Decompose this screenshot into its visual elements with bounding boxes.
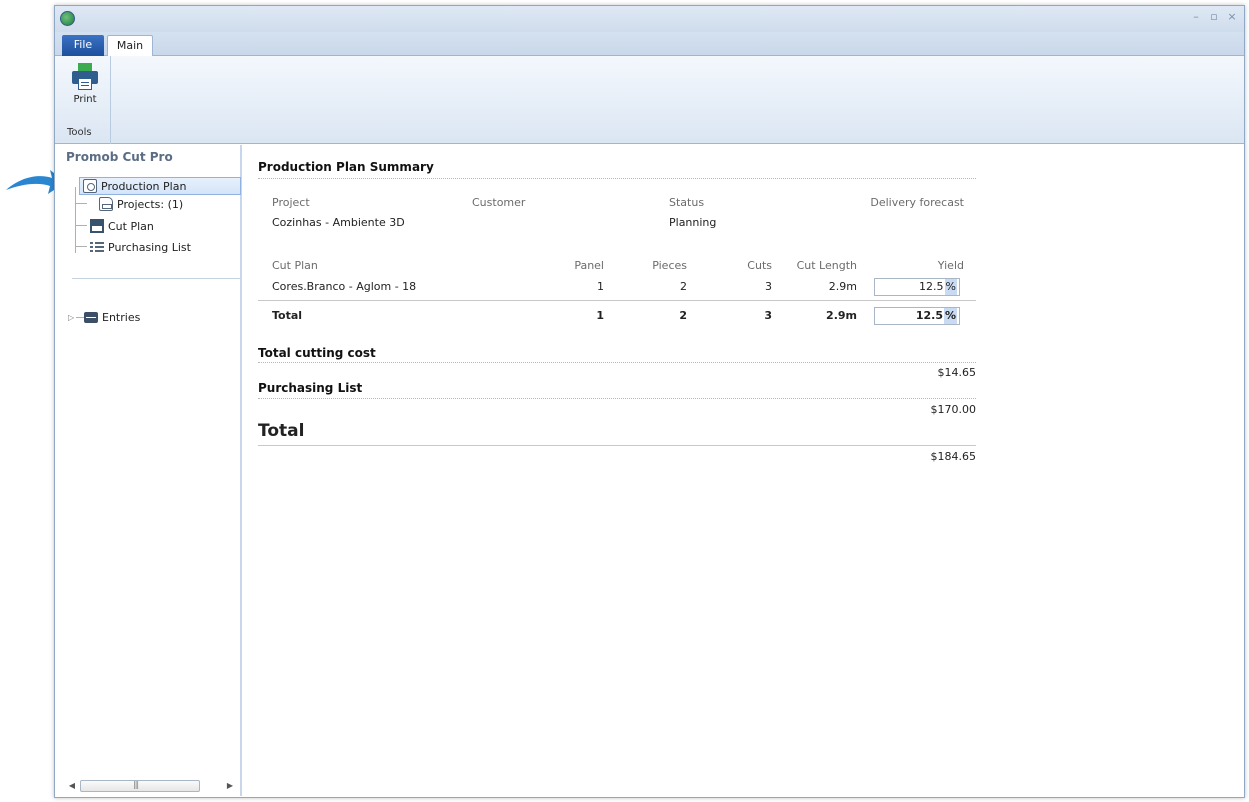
navigation-tree: Promob Cut Pro Production Plan Projects:… xyxy=(56,145,242,796)
total-cuts: 3 xyxy=(764,309,772,322)
divider xyxy=(258,445,976,446)
horizontal-scrollbar[interactable]: ◀ ▶ xyxy=(66,779,236,793)
ribbon: Print Tools xyxy=(55,56,1244,144)
col-pieces: Pieces xyxy=(652,259,687,272)
purchasing-list-title: Purchasing List xyxy=(258,381,363,395)
tree-item-label: Purchasing List xyxy=(108,240,191,254)
tree-item-purchasing-list[interactable]: Purchasing List xyxy=(90,238,191,256)
entries-icon xyxy=(84,311,98,323)
app-logo-icon xyxy=(60,11,75,26)
header-delivery: Delivery forecast xyxy=(870,196,964,209)
total-panel: 1 xyxy=(596,309,604,322)
summary-panel: Production Plan Summary Project Customer… xyxy=(244,145,1244,796)
tab-main[interactable]: Main xyxy=(107,35,153,57)
ribbon-group-tools: Print Tools xyxy=(57,56,111,144)
tree-item-entries[interactable]: Entries xyxy=(84,308,140,326)
title-bar: – ▫ × xyxy=(55,6,1244,32)
close-icon[interactable]: × xyxy=(1226,11,1238,23)
window-controls: – ▫ × xyxy=(1190,11,1238,23)
col-yield: Yield xyxy=(937,259,964,272)
row-length: 2.9m xyxy=(828,280,857,293)
project-value: Cozinhas - Ambiente 3D xyxy=(272,216,405,229)
maximize-icon[interactable]: ▫ xyxy=(1208,11,1220,23)
header-status: Status xyxy=(669,196,705,209)
app-window: – ▫ × File Main Print Tools Promob Cut P… xyxy=(54,5,1245,798)
expand-arrow-icon[interactable]: ▷ xyxy=(68,313,74,322)
ribbon-tabs: File Main xyxy=(55,32,1244,57)
total-yield-percent: % xyxy=(943,308,957,324)
cut-plan-icon xyxy=(90,219,104,233)
total-cost-value: $184.65 xyxy=(930,450,977,463)
total-yield-value: 12.5 xyxy=(915,309,943,322)
total-length: 2.9m xyxy=(826,309,857,322)
row-name: Cores.Branco - Aglom - 18 xyxy=(272,280,417,293)
scroll-right-icon[interactable]: ▶ xyxy=(224,779,236,793)
tree-title: Promob Cut Pro xyxy=(66,150,173,164)
cutting-cost-title: Total cutting cost xyxy=(258,346,376,360)
group-label-tools: Tools xyxy=(67,127,92,138)
row-yield-percent: % xyxy=(944,279,957,295)
tree-item-projects[interactable]: Projects: (1) xyxy=(99,195,183,213)
minimize-icon[interactable]: – xyxy=(1190,11,1202,23)
col-panel: Panel xyxy=(574,259,604,272)
document-icon xyxy=(99,197,113,211)
col-cut-plan: Cut Plan xyxy=(272,259,318,272)
tab-file[interactable]: File xyxy=(62,35,104,56)
col-cuts: Cuts xyxy=(747,259,772,272)
production-plan-icon xyxy=(83,179,97,193)
row-pieces: 2 xyxy=(680,280,687,293)
row-panel: 1 xyxy=(597,280,604,293)
summary-title: Production Plan Summary xyxy=(258,160,434,174)
total-name: Total xyxy=(272,309,303,322)
header-project: Project xyxy=(272,196,310,209)
row-yield-value: 12.5 xyxy=(919,280,944,293)
tree-item-cut-plan[interactable]: Cut Plan xyxy=(90,217,154,235)
purchasing-cost-value: $170.00 xyxy=(930,403,977,416)
divider xyxy=(258,362,976,363)
divider xyxy=(258,178,976,179)
printer-icon xyxy=(70,62,100,92)
tree-item-label: Production Plan xyxy=(101,179,187,193)
tree-item-production-plan[interactable]: Production Plan xyxy=(79,177,241,195)
header-customer: Customer xyxy=(472,196,526,209)
list-icon xyxy=(90,240,104,254)
tree-divider xyxy=(72,278,240,279)
row-cuts: 3 xyxy=(765,280,772,293)
total-yield-field[interactable]: 12.5% xyxy=(874,307,960,325)
total-title: Total xyxy=(258,421,305,441)
col-cut-length: Cut Length xyxy=(796,259,857,272)
total-pieces: 2 xyxy=(679,309,687,322)
status-value: Planning xyxy=(669,216,717,229)
print-label: Print xyxy=(73,94,97,105)
tree-item-label: Cut Plan xyxy=(108,219,154,233)
scroll-thumb[interactable] xyxy=(80,780,200,792)
row-yield-field[interactable]: 12.5% xyxy=(874,278,960,296)
divider xyxy=(258,398,976,399)
cutting-cost-value: $14.65 xyxy=(937,366,977,379)
divider xyxy=(258,300,976,301)
print-button[interactable]: Print xyxy=(65,62,105,112)
tree-item-label: Entries xyxy=(102,310,141,324)
tree-item-label: Projects: (1) xyxy=(117,197,184,211)
scroll-left-icon[interactable]: ◀ xyxy=(66,779,78,793)
